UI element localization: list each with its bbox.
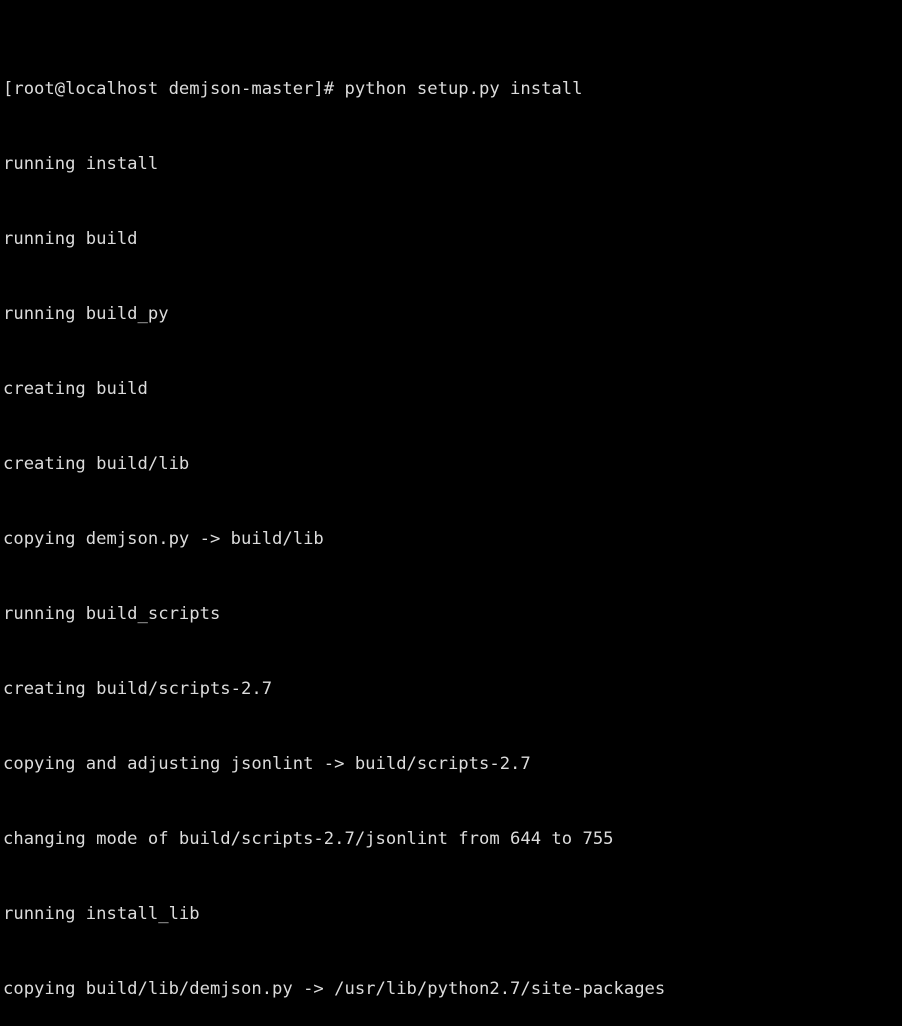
terminal-window[interactable]: [root@localhost demjson-master]# python … [0,0,902,999]
terminal-line: running install_lib [3,904,200,924]
terminal-line: copying and adjusting jsonlint -> build/… [3,754,531,774]
terminal-line: creating build/lib [3,454,190,474]
terminal-line: running build_py [3,304,169,324]
terminal-line: copying build/lib/demjson.py -> /usr/lib… [3,979,666,999]
terminal-line: copying demjson.py -> build/lib [3,529,324,549]
terminal-screen[interactable]: [root@localhost demjson-master]# python … [3,2,902,1026]
terminal-line: creating build [3,379,148,399]
terminal-line: running install [3,154,159,174]
terminal-line: running build_scripts [3,604,221,624]
terminal-line: running build [3,229,138,249]
terminal-line: [root@localhost demjson-master]# python … [3,79,583,99]
terminal-line: changing mode of build/scripts-2.7/jsonl… [3,829,614,849]
terminal-line: creating build/scripts-2.7 [3,679,273,699]
